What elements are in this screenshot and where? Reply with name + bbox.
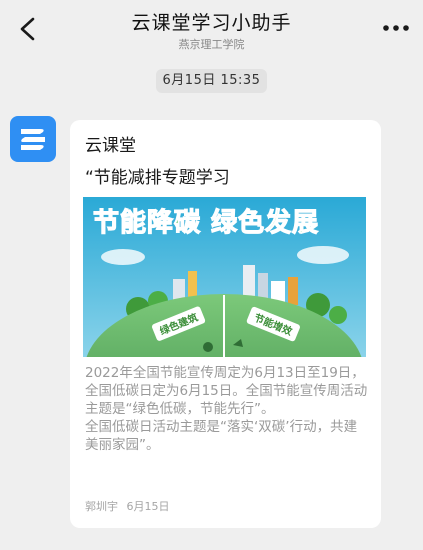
description-paragraph: 2022年全国节能宣传周定为6月13日至19日，全国低碳日定为6月15日。全国节… <box>85 365 368 417</box>
card-description: 2022年全国节能宣传周定为6月13日至19日，全国低碳日定为6月15日。全国节… <box>85 364 370 454</box>
author-name: 郭圳宇 <box>85 500 118 513</box>
banner-text: 节能降碳 绿色发展 <box>93 207 319 238</box>
more-options-icon[interactable] <box>379 18 413 38</box>
message-timestamp: 6月15日 15:35 <box>156 69 267 93</box>
chat-subtitle: 燕京理工学院 <box>178 38 245 51</box>
card-footer: 郭圳宇 6月15日 <box>85 498 175 514</box>
description-paragraph: 全国低碳日活动主题是“落实‘双碳’行动，共建美丽家园”。 <box>85 419 358 453</box>
chat-title: 云课堂学习小助手 <box>131 12 292 34</box>
sender-avatar[interactable] <box>10 116 56 162</box>
article-cover-image: 节能降碳 绿色发展 绿色建筑 节能增效 <box>83 197 366 357</box>
card-title: “节能减排专题学习 <box>85 168 230 188</box>
card-source-label: 云课堂 <box>85 136 136 156</box>
chat-header: 云课堂学习小助手 燕京理工学院 <box>0 0 423 60</box>
app-logo-icon <box>21 129 45 150</box>
article-card[interactable]: 云课堂 “节能减排专题学习 节能降碳 绿色发展 绿色建筑 节能增效 2022年全… <box>70 120 381 528</box>
chat-title-block: 云课堂学习小助手 燕京理工学院 <box>0 10 423 53</box>
post-date: 6月15日 <box>126 500 170 513</box>
